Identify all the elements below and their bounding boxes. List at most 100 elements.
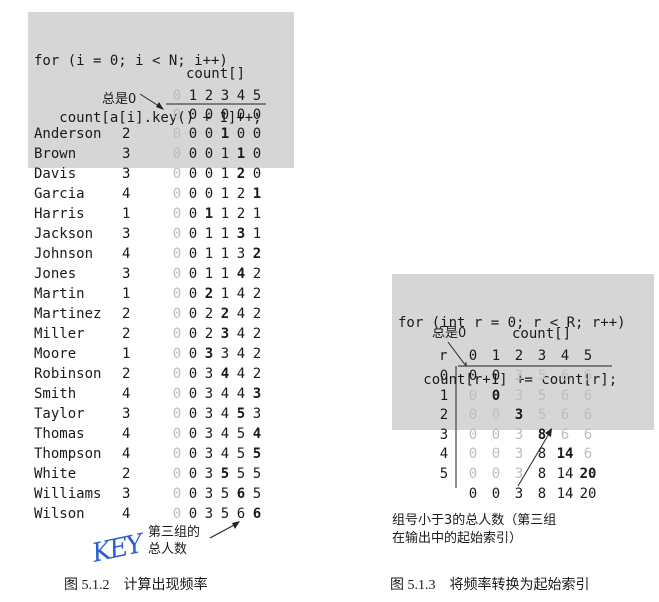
index-header-cell: 3 — [537, 348, 547, 364]
index-header-cell: 2 — [514, 348, 524, 364]
cumulative-cell: 0 — [491, 368, 501, 384]
count-cell: 0 — [204, 166, 214, 182]
cumulative-cell: 0 — [468, 387, 478, 404]
count-cell: 0 — [188, 506, 198, 522]
start-index-line-2: 在输出中的起始索引） — [392, 531, 523, 546]
group-key: 4 — [122, 246, 131, 262]
count-cell: 2 — [204, 306, 214, 322]
student-name: Martinez — [34, 306, 102, 322]
count-cell: 0 — [252, 126, 262, 142]
group-key: 3 — [122, 266, 131, 282]
cumulative-cell: 0 — [491, 387, 501, 404]
count-cell: 0 — [172, 166, 182, 182]
count-cell: 2 — [252, 326, 262, 342]
table-row: Martinez 2 0 0 2 2 4 2 — [0, 304, 300, 324]
count-cell: 4 — [236, 286, 246, 302]
cumulative-cell: 3 — [514, 387, 524, 404]
count-cell: 0 — [188, 246, 198, 262]
row-index: 5 — [439, 466, 449, 482]
final-start-index-cell: 0 — [491, 486, 501, 502]
index-header-cell: 0 — [468, 348, 478, 364]
count-initial-row: 000000 — [0, 105, 300, 125]
initial-count-cell: 0 — [252, 107, 262, 123]
table-row: Johnson 4 0 0 1 1 3 2 — [0, 244, 300, 264]
count-cell: 1 — [220, 186, 230, 202]
count-cell: 1 — [220, 246, 230, 262]
count-cell: 1 — [252, 206, 262, 222]
cumulative-cell: 14 — [556, 466, 574, 482]
cumulative-cell: 0 — [491, 466, 501, 482]
cumulative-cell: 3 — [514, 407, 524, 424]
count-cell: 0 — [188, 186, 198, 202]
count-cell: 2 — [236, 206, 246, 222]
count-cell: 0 — [188, 166, 198, 182]
student-name: Wilson — [34, 506, 85, 522]
index-header-cell: 1 — [188, 88, 198, 104]
count-cell: 1 — [220, 226, 230, 242]
cumulative-cell: 6 — [583, 407, 593, 424]
cumulative-cell: 5 — [537, 368, 547, 384]
group-key: 3 — [122, 226, 131, 242]
count-cell: 0 — [172, 246, 182, 262]
final-start-index-cell: 3 — [514, 486, 524, 502]
table-row: 4 0 0 3 8 14 6 — [0, 445, 659, 464]
count-cell: 1 — [220, 266, 230, 282]
count-array-label: count[] — [186, 66, 246, 82]
count-cell: 6 — [236, 506, 246, 522]
cumulative-cell: 8 — [537, 466, 547, 482]
figure-5-1-2-caption: 图 5.1.2 计算出现频率 — [64, 578, 208, 593]
count-cell: 0 — [188, 326, 198, 342]
index-header-cell: 5 — [252, 88, 262, 104]
cumulative-cell: 6 — [560, 387, 570, 404]
count-cell: 2 — [252, 286, 262, 302]
table-row: 2003566 — [0, 406, 659, 425]
cumulative-cell: 0 — [468, 368, 478, 384]
initial-count-cell: 0 — [204, 107, 214, 123]
initial-count-cell: 0 — [236, 107, 246, 123]
handwritten-key-note: KEY — [89, 529, 144, 569]
count-cell: 0 — [236, 126, 246, 142]
cumulative-cell: 0 — [491, 426, 501, 443]
student-name: Jackson — [34, 226, 94, 242]
count-cell: 0 — [204, 146, 214, 162]
cumulate-index-header: 012345 — [0, 347, 659, 366]
cumulate-final-row: 0 0 3 8 14 20 — [0, 485, 659, 504]
final-start-index-cell: 14 — [556, 486, 574, 502]
row-index: 0 — [439, 368, 449, 384]
index-header-cell: 4 — [236, 88, 246, 104]
cumulative-cell: 3 — [514, 466, 524, 482]
count-cell: 0 — [172, 206, 182, 222]
cumulative-cell: 6 — [560, 426, 570, 443]
group-key: 2 — [122, 306, 131, 322]
count-cell: 3 — [236, 226, 246, 242]
start-index-line-1: 组号小于3的总人数（第三组 — [392, 513, 557, 528]
cumulative-cell: 0 — [468, 426, 478, 443]
count-cell: 0 — [252, 146, 262, 162]
cumulative-cell: 3 — [514, 446, 524, 463]
cumulative-cell: 8 — [537, 426, 547, 443]
count-cell: 0 — [172, 126, 182, 142]
count-cell: 2 — [220, 306, 230, 322]
index-header-cell: 1 — [491, 348, 501, 364]
row-index: 3 — [439, 426, 449, 443]
initial-count-cell: 0 — [188, 107, 198, 123]
group-key: 1 — [122, 206, 131, 222]
third-group-line-1: 第三组的 — [148, 525, 201, 540]
count-cell: 0 — [172, 306, 182, 322]
count-cell: 0 — [188, 286, 198, 302]
count-cell: 1 — [236, 146, 246, 162]
group-key: 4 — [122, 506, 131, 522]
count-cell: 1 — [220, 146, 230, 162]
handwritten-key-text: KEY — [89, 529, 145, 569]
table-row: Miller 2 0 0 2 3 4 2 — [0, 324, 300, 344]
start-index-annotation: 组号小于3的总人数（第三组 在输出中的起始索引） — [392, 512, 556, 548]
third-group-annotation: 第三组的 总人数 — [148, 524, 200, 558]
count-cell: 0 — [188, 226, 198, 242]
count-cell: 0 — [188, 146, 198, 162]
final-start-index-cell: 8 — [537, 486, 547, 502]
table-row: 1003566 — [0, 387, 659, 406]
student-name: Miller — [34, 326, 85, 342]
student-name: Anderson — [34, 126, 102, 142]
table-row: Wilson 4 0 0 3 5 6 6 — [0, 504, 300, 524]
count-cell: 2 — [252, 246, 262, 262]
